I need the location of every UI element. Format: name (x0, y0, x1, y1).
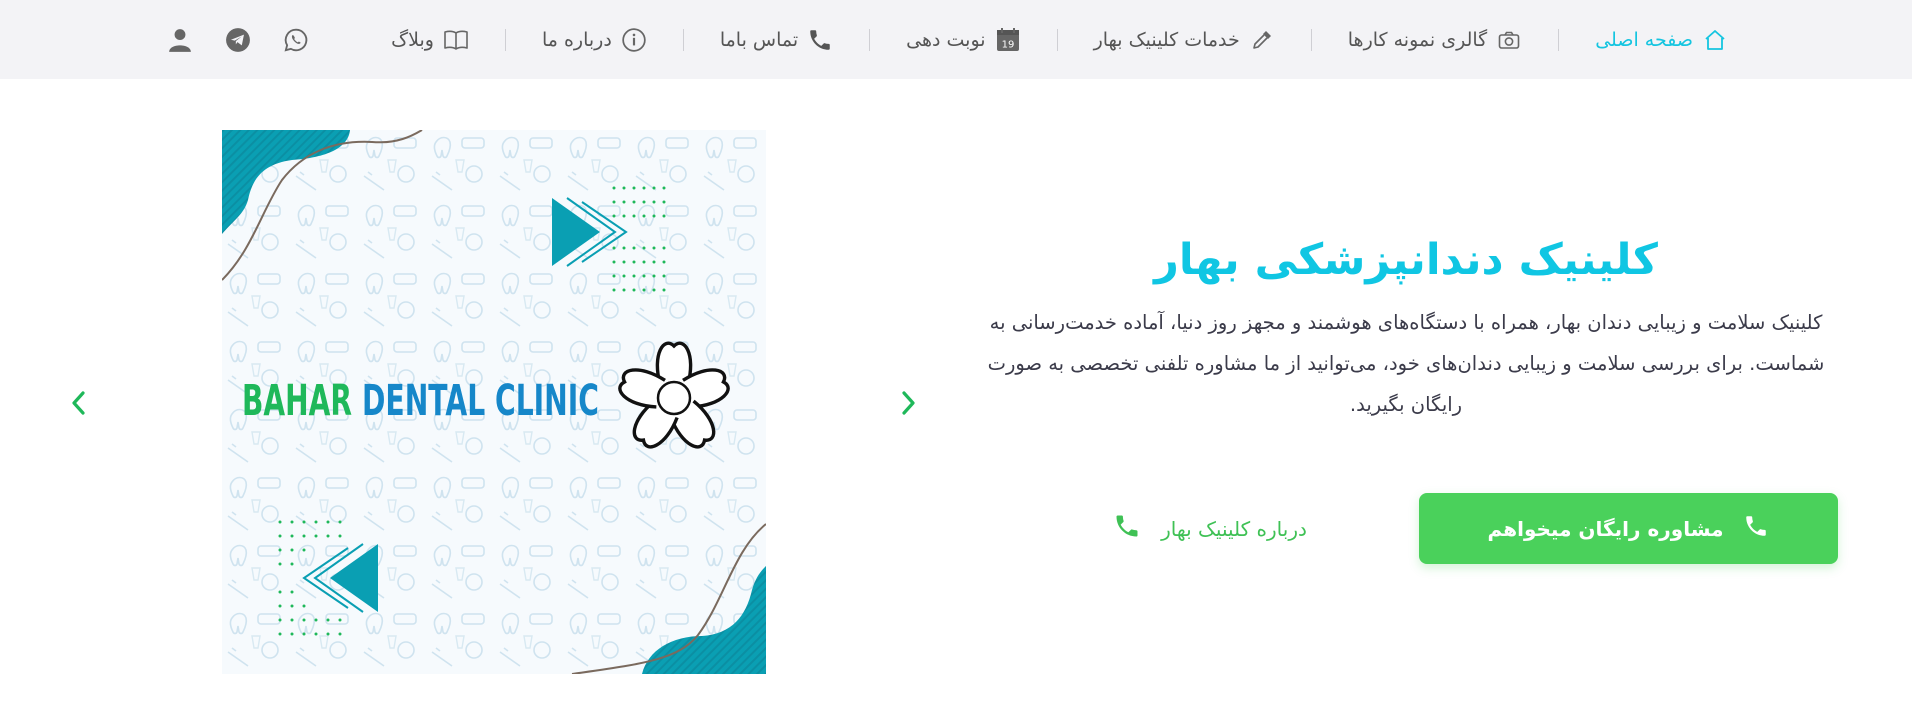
nav-item-label: صفحه اصلی (1595, 28, 1693, 51)
nav-divider (1056, 28, 1058, 51)
nav-divider (1558, 28, 1560, 51)
social-links (166, 0, 310, 79)
camera-icon (1496, 27, 1522, 53)
nav-divider (504, 28, 506, 51)
phone-icon (1113, 512, 1141, 545)
calendar-icon: 19 (995, 27, 1021, 53)
nav-item-label: خدمات کلینیک بهار (1093, 28, 1240, 51)
hero-logo-image: BAHAR DENTAL CLINIC (222, 130, 766, 674)
free-consultation-button[interactable]: مشاوره رایگان میخواهم (1419, 493, 1838, 564)
phone-icon (1743, 513, 1769, 544)
nav-divider (1310, 28, 1312, 51)
nav-item-label: نوبت دهی (906, 28, 986, 51)
nav-divider (869, 28, 871, 51)
nav-item-contact[interactable]: تماس باما (720, 27, 833, 53)
main-menu: صفحه اصلی گالری نمونه کارها خدمات کلینیک… (391, 0, 1728, 79)
nav-divider (682, 28, 684, 51)
telegram-icon[interactable] (224, 26, 252, 54)
nav-item-about[interactable]: درباره ما (542, 27, 647, 53)
logo-word-bahar: BAHAR (242, 376, 352, 426)
hero-text-block: کلینیک دندانپزشکی بهار کلینیک سلامت و زی… (960, 230, 1852, 425)
dropper-icon (1249, 27, 1275, 53)
whatsapp-icon[interactable] (282, 26, 310, 54)
slider-prev-arrow[interactable] (63, 386, 93, 420)
hero-description: کلینیک سلامت و زیبایی دندان بهار، همراه … (987, 311, 1825, 416)
nav-item-services[interactable]: خدمات کلینیک بهار (1094, 27, 1275, 53)
book-icon (443, 27, 469, 53)
free-consultation-label: مشاوره رایگان میخواهم (1487, 516, 1724, 541)
nav-item-home[interactable]: صفحه اصلی (1595, 27, 1728, 53)
nav-item-label: درباره ما (541, 28, 612, 51)
hero-title: کلینیک دندانپزشکی بهار (1154, 235, 1658, 285)
info-icon (621, 27, 647, 53)
nav-item-label: گالری نمونه کارها (1347, 28, 1488, 51)
nav-item-blog[interactable]: وبلاگ (391, 27, 469, 53)
user-icon[interactable] (166, 26, 194, 54)
calendar-badge: 19 (1001, 39, 1014, 50)
logo-word-dental-clinic: DENTAL CLINIC (362, 376, 599, 426)
nav-item-label: تماس باما (719, 28, 799, 51)
home-icon (1702, 27, 1728, 53)
about-clinic-link[interactable]: درباره کلینیک بهار (1060, 493, 1360, 564)
top-navbar: صفحه اصلی گالری نمونه کارها خدمات کلینیک… (0, 0, 1912, 79)
slider-next-arrow[interactable] (894, 386, 924, 420)
nav-item-appointment[interactable]: 19 نوبت دهی (906, 27, 1020, 53)
nav-item-gallery[interactable]: گالری نمونه کارها (1348, 27, 1522, 53)
nav-item-label: وبلاگ (391, 28, 434, 51)
about-clinic-label: درباره کلینیک بهار (1161, 516, 1307, 541)
phone-icon (807, 27, 833, 53)
